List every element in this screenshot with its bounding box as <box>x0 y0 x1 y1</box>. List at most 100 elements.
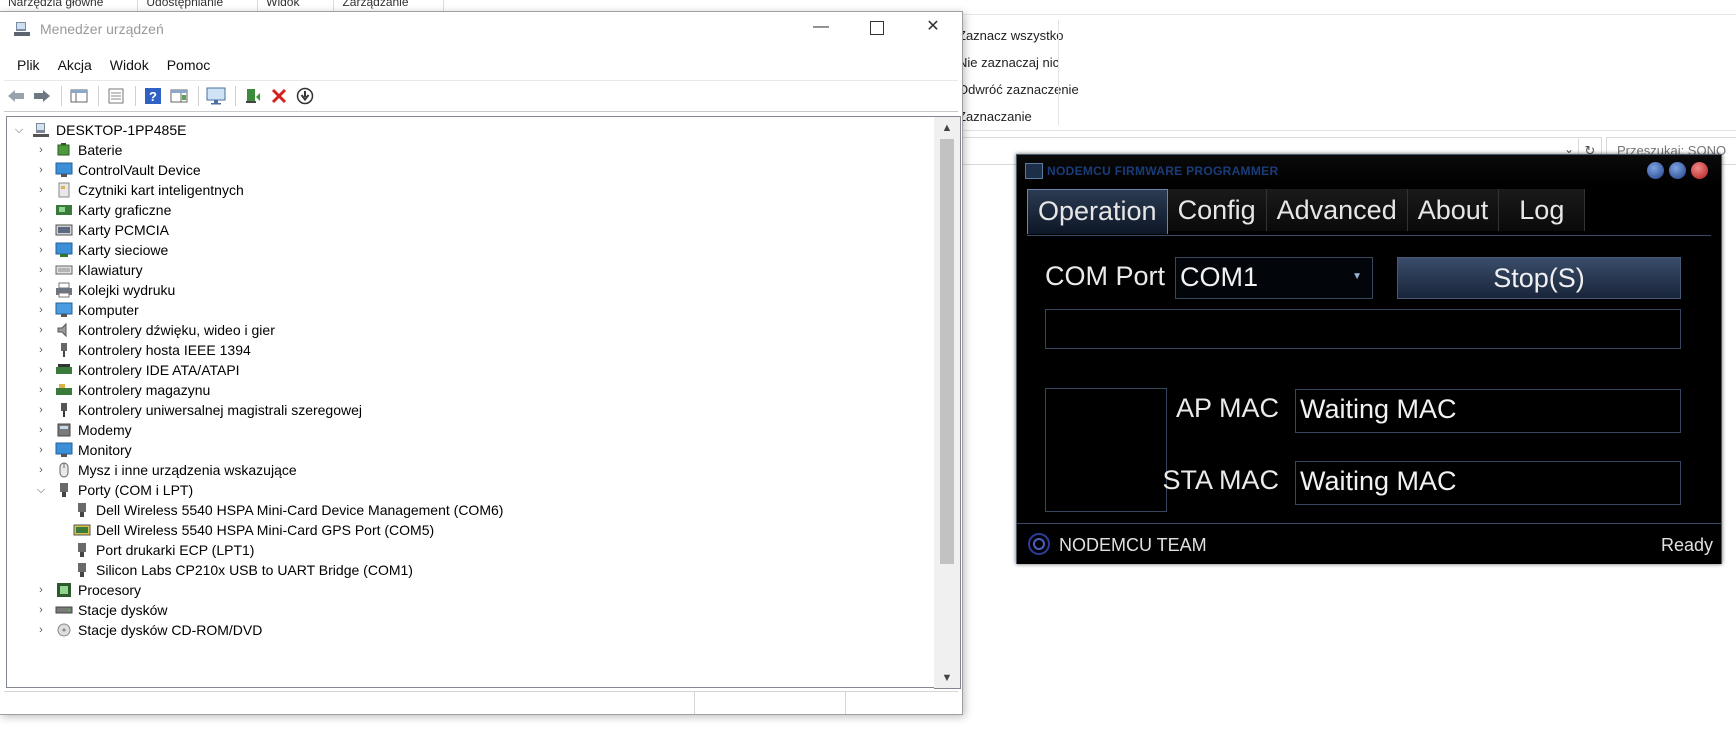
scrollbar-thumb[interactable] <box>940 139 954 564</box>
vertical-scrollbar[interactable]: ▲ ▼ <box>934 116 961 689</box>
expand-icon[interactable]: › <box>33 604 49 616</box>
expand-icon[interactable]: › <box>33 464 49 476</box>
stop-button[interactable]: Stop(S) <box>1397 257 1681 299</box>
sta-mac-field[interactable]: Waiting MAC <box>1295 461 1681 505</box>
tree-category[interactable]: › Kontrolery dźwięku, wideo i gier <box>33 319 275 341</box>
network-adapter-icon <box>55 242 73 258</box>
menu-action[interactable]: Akcja <box>49 52 101 76</box>
tree-device[interactable]: Silicon Labs CP210x USB to UART Bridge (… <box>73 559 413 581</box>
ap-mac-field[interactable]: Waiting MAC <box>1295 389 1681 433</box>
usb-icon <box>55 402 73 418</box>
close-button[interactable]: ✕ <box>910 12 956 44</box>
tree-category[interactable]: › Klawiatury <box>33 259 142 281</box>
expand-icon[interactable]: › <box>33 304 49 316</box>
disk-drive-icon <box>55 602 73 618</box>
expand-icon[interactable]: › <box>33 404 49 416</box>
tree-category-label: Baterie <box>78 142 123 158</box>
expand-icon[interactable]: › <box>33 364 49 376</box>
action-pane-icon[interactable] <box>167 84 191 108</box>
menu-help[interactable]: Pomoc <box>158 52 220 76</box>
tree-category[interactable]: › Kontrolery magazynu <box>33 379 210 401</box>
window-title: NODEMCU FIRMWARE PROGRAMMER <box>1047 164 1279 178</box>
expand-icon[interactable]: › <box>33 444 49 456</box>
maximize-icon <box>870 21 884 35</box>
invert-selection-button[interactable]: Odwróć zaznaczenie <box>958 78 1079 105</box>
tree-category[interactable]: › Karty PCMCIA <box>33 219 169 241</box>
tree-category[interactable]: › ControlVault Device <box>33 159 201 181</box>
tree-category[interactable]: › Kontrolery hosta IEEE 1394 <box>33 339 251 361</box>
expand-icon[interactable]: › <box>33 284 49 296</box>
title-bar[interactable]: NODEMCU FIRMWARE PROGRAMMER <box>1017 155 1721 185</box>
monitor-icon <box>55 442 73 458</box>
tree-root[interactable]: ⌵ DESKTOP-1PP485E <box>11 119 187 141</box>
scan-hardware-icon[interactable] <box>204 84 228 108</box>
back-arrow-icon[interactable] <box>4 84 28 108</box>
forward-arrow-icon[interactable] <box>30 84 54 108</box>
tree-category-label: Czytniki kart inteligentnych <box>78 182 244 198</box>
tree-category[interactable]: › Czytniki kart inteligentnych <box>33 179 244 201</box>
maximize-button[interactable] <box>854 12 900 44</box>
select-none-button[interactable]: Nie zaznaczaj nic <box>958 51 1079 78</box>
collapse-icon[interactable]: ⌵ <box>33 484 49 497</box>
expand-icon[interactable]: › <box>33 244 49 256</box>
scroll-up-arrow-icon[interactable]: ▲ <box>934 117 960 137</box>
tree-device[interactable]: Dell Wireless 5540 HSPA Mini-Card GPS Po… <box>73 519 434 541</box>
tree-category[interactable]: › Monitory <box>33 439 132 461</box>
com-port-select[interactable]: COM1 ▼ <box>1175 257 1373 299</box>
expand-icon[interactable]: › <box>33 584 49 596</box>
close-button[interactable] <box>1691 162 1708 179</box>
expand-icon[interactable]: › <box>33 144 49 156</box>
expand-icon[interactable]: › <box>33 204 49 216</box>
tree-device-label: Dell Wireless 5540 HSPA Mini-Card GPS Po… <box>96 522 435 538</box>
expand-icon[interactable]: › <box>33 384 49 396</box>
tree-category[interactable]: › Stacje dysków <box>33 599 167 621</box>
scroll-down-arrow-icon[interactable]: ▼ <box>934 668 960 688</box>
tree-category[interactable]: › Baterie <box>33 139 122 161</box>
minimize-button[interactable]: — <box>798 12 844 44</box>
tree-category[interactable]: › Mysz i inne urządzenia wskazujące <box>33 459 297 481</box>
expand-icon[interactable]: › <box>33 424 49 436</box>
collapse-icon[interactable]: ⌵ <box>11 124 27 137</box>
tree-category[interactable]: › Stacje dysków CD-ROM/DVD <box>33 619 262 641</box>
maximize-button[interactable] <box>1669 162 1686 179</box>
expand-icon[interactable]: › <box>33 264 49 276</box>
tree-category[interactable]: › Komputer <box>33 299 139 321</box>
menu-view[interactable]: Widok <box>101 52 158 76</box>
expand-icon[interactable]: › <box>33 164 49 176</box>
help-icon[interactable]: ? <box>141 84 165 108</box>
tree-category-label: Karty sieciowe <box>78 242 169 258</box>
status-pane <box>695 692 846 714</box>
tree-category[interactable]: › Kolejki wydruku <box>33 279 175 301</box>
show-hide-console-tree-icon[interactable] <box>67 84 91 108</box>
chevron-down-icon[interactable]: ▼ <box>1352 271 1362 282</box>
title-bar[interactable]: Menedżer urządzeń — ✕ <box>0 12 962 48</box>
tab-advanced[interactable]: Advanced <box>1266 189 1408 231</box>
tree-category[interactable]: › Kontrolery uniwersalnej magistrali szer… <box>33 399 362 421</box>
minimize-button[interactable] <box>1647 162 1664 179</box>
expand-icon[interactable]: › <box>33 344 49 356</box>
tab-operation[interactable]: Operation <box>1027 189 1168 234</box>
tree-category[interactable]: › Karty graficzne <box>33 199 171 221</box>
uninstall-icon[interactable] <box>267 84 291 108</box>
tab-config[interactable]: Config <box>1167 189 1267 231</box>
tree-category[interactable]: › Modemy <box>33 419 132 441</box>
update-driver-icon[interactable] <box>241 84 265 108</box>
properties-icon[interactable] <box>104 84 128 108</box>
tab-log[interactable]: Log <box>1499 189 1586 231</box>
tree-category[interactable]: › Karty sieciowe <box>33 239 168 261</box>
expand-icon[interactable]: › <box>33 324 49 336</box>
tree-category[interactable]: › Procesory <box>33 579 141 601</box>
select-all-button[interactable]: Zaznacz wszystko <box>958 24 1079 51</box>
tab-about[interactable]: About <box>1407 189 1500 231</box>
printer-icon <box>55 282 73 298</box>
expand-icon[interactable]: › <box>33 624 49 636</box>
tree-device[interactable]: Dell Wireless 5540 HSPA Mini-Card Device… <box>73 499 503 521</box>
tree-category[interactable]: › Kontrolery IDE ATA/ATAPI <box>33 359 239 381</box>
menu-file[interactable]: Plik <box>8 52 49 76</box>
tree-device[interactable]: Port drukarki ECP (LPT1) <box>73 539 254 561</box>
device-tree[interactable]: ⌵ DESKTOP-1PP485E › Baterie › ControlVault … <box>6 116 935 688</box>
expand-icon[interactable]: › <box>33 184 49 196</box>
disable-device-icon[interactable] <box>293 84 317 108</box>
tree-category[interactable]: ⌵ Porty (COM i LPT) <box>33 479 193 501</box>
expand-icon[interactable]: › <box>33 224 49 236</box>
